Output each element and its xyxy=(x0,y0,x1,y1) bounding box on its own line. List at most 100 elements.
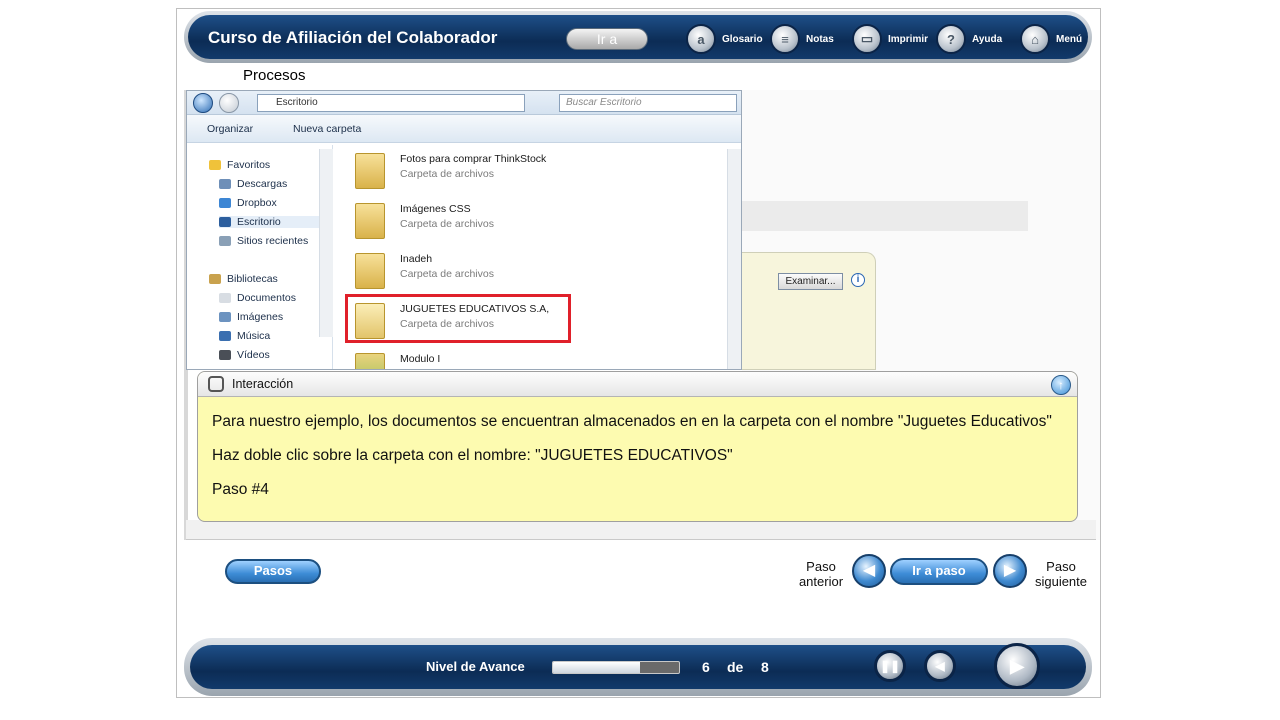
nav-item-label: Música xyxy=(237,330,271,342)
menu-button[interactable]: ⌂ Menú xyxy=(1020,22,1082,56)
nav-item-label: Sitios recientes xyxy=(237,235,309,247)
nav-item-label: Dropbox xyxy=(237,197,277,209)
nav-item-label: Imágenes xyxy=(237,311,284,323)
nav-item-recent[interactable]: Sitios recientes xyxy=(219,235,308,247)
file-type: Carpeta de archivos xyxy=(400,218,494,230)
notes-label: Notas xyxy=(806,33,834,45)
glossary-button[interactable]: a Glosario xyxy=(686,22,763,56)
nav-favorites-label: Favoritos xyxy=(227,159,271,171)
videos-icon xyxy=(219,350,231,360)
instruction-text: Para nuestro ejemplo, los documentos se … xyxy=(212,413,1052,430)
prev-step-button[interactable]: ◀ xyxy=(852,554,886,588)
new-folder-button[interactable]: Nueva carpeta xyxy=(293,123,361,135)
header-bar: Curso de Afiliación del Colaborador Ir a… xyxy=(184,11,1092,63)
file-name: Fotos para comprar ThinkStock xyxy=(400,153,547,165)
current-page: 6 xyxy=(702,659,710,675)
folder-icon xyxy=(355,253,385,289)
folder-icon xyxy=(355,153,385,189)
nav-libraries[interactable]: Bibliotecas xyxy=(209,273,278,285)
print-button[interactable]: ▭ Imprimir xyxy=(852,22,928,56)
nav-item-videos[interactable]: Vídeos xyxy=(219,349,270,361)
pause-button[interactable]: ❚❚ xyxy=(874,650,906,682)
back-button[interactable] xyxy=(193,93,213,113)
nav-item-label: Vídeos xyxy=(237,349,270,361)
progress-fill xyxy=(553,662,640,673)
upload-dialog xyxy=(742,252,876,370)
list-item[interactable]: Imágenes CSS Carpeta de archivos xyxy=(355,199,715,245)
interaction-icon xyxy=(208,376,224,392)
list-item[interactable]: Inadeh Carpeta de archivos xyxy=(355,249,715,295)
print-label: Imprimir xyxy=(888,33,929,45)
organize-menu[interactable]: Organizar xyxy=(207,123,253,135)
course-title: Curso de Afiliación del Colaborador xyxy=(208,28,498,47)
nav-item-label: Documentos xyxy=(237,292,296,304)
next-step-label-line2: siguiente xyxy=(1034,574,1088,589)
of-label: de xyxy=(727,659,744,675)
list-item[interactable]: Modulo I xyxy=(355,349,715,369)
info-icon[interactable]: i xyxy=(851,273,865,287)
forward-button[interactable] xyxy=(219,93,239,113)
nav-item-label: Escritorio xyxy=(237,216,281,228)
nav-item-desktop[interactable]: Escritorio xyxy=(219,216,329,228)
instruction-text: Haz doble clic sobre la carpeta con el n… xyxy=(212,447,733,464)
next-page-button[interactable]: ▶ xyxy=(994,643,1040,689)
next-step-button[interactable]: ▶ xyxy=(993,554,1027,588)
interaction-body: Para nuestro ejemplo, los documentos se … xyxy=(198,397,1077,499)
star-icon xyxy=(209,160,221,170)
previous-page-button[interactable]: ◀ xyxy=(924,650,956,682)
files-scrollbar[interactable] xyxy=(727,149,741,369)
total-pages: 8 xyxy=(761,659,769,675)
list-item[interactable]: Fotos para comprar ThinkStock Carpeta de… xyxy=(355,149,715,195)
music-icon xyxy=(219,331,231,341)
downloads-icon xyxy=(219,179,231,189)
nav-item-downloads[interactable]: Descargas xyxy=(219,178,287,190)
command-bar: Organizar Nueva carpeta xyxy=(187,115,741,143)
help-button[interactable]: ? Ayuda xyxy=(936,22,1002,56)
interaction-panel: Interacción ↑ Para nuestro ejemplo, los … xyxy=(197,371,1078,522)
folder-icon xyxy=(355,353,385,369)
footer-bar: Nivel de Avance 6 de 8 ❚❚ ◀ ▶ xyxy=(184,638,1092,696)
print-icon: ▭ xyxy=(852,24,882,54)
next-step-label-line1: Paso xyxy=(1046,559,1076,574)
go-to-button[interactable]: Ir a xyxy=(566,28,648,50)
file-name: Inadeh xyxy=(400,253,433,265)
collapse-icon[interactable]: ↑ xyxy=(1051,375,1071,395)
address-bar: Escritorio Buscar Escritorio xyxy=(187,91,741,115)
nav-item-images[interactable]: Imágenes xyxy=(219,311,283,323)
section-title: Procesos xyxy=(243,67,306,84)
background-app-bar xyxy=(742,201,1028,231)
file-type: Carpeta de archivos xyxy=(400,268,494,280)
address-field[interactable]: Escritorio xyxy=(257,94,525,112)
menu-icon: ⌂ xyxy=(1020,24,1050,54)
file-name: Imágenes CSS xyxy=(400,203,471,215)
progress-label: Nivel de Avance xyxy=(426,659,525,674)
dropbox-icon xyxy=(219,198,231,208)
nav-item-music[interactable]: Música xyxy=(219,330,270,342)
nav-libraries-label: Bibliotecas xyxy=(227,273,278,285)
images-icon xyxy=(219,312,231,322)
prev-step-label: Paso anterior xyxy=(796,559,846,589)
prev-step-label-line2: anterior xyxy=(798,574,844,589)
step-number: Paso #4 xyxy=(212,481,269,498)
menu-label: Menú xyxy=(1056,33,1083,45)
nav-item-label: Descargas xyxy=(237,178,288,190)
search-input[interactable]: Buscar Escritorio xyxy=(559,94,737,112)
notes-button[interactable]: ≡ Notas xyxy=(770,22,834,56)
documents-icon xyxy=(219,293,231,303)
highlight-box xyxy=(345,294,571,343)
nav-item-dropbox[interactable]: Dropbox xyxy=(219,197,277,209)
nav-item-documents[interactable]: Documentos xyxy=(219,292,296,304)
interaction-header: Interacción ↑ xyxy=(198,372,1077,397)
folder-icon xyxy=(355,203,385,239)
nav-favorites[interactable]: Favoritos xyxy=(209,159,270,171)
file-name: Modulo I xyxy=(400,353,441,365)
steps-button[interactable]: Pasos xyxy=(225,559,321,584)
next-step-label: Paso siguiente xyxy=(1032,559,1090,589)
help-icon: ? xyxy=(936,24,966,54)
notes-icon: ≡ xyxy=(770,24,800,54)
navigation-pane: Favoritos Descargas Dropbox Escritorio S… xyxy=(187,145,333,369)
nav-scrollbar[interactable] xyxy=(319,149,333,337)
go-to-step-button[interactable]: Ir a paso xyxy=(890,558,988,585)
prev-step-label-line1: Paso xyxy=(806,559,836,574)
browse-button[interactable]: Examinar... xyxy=(778,273,843,290)
